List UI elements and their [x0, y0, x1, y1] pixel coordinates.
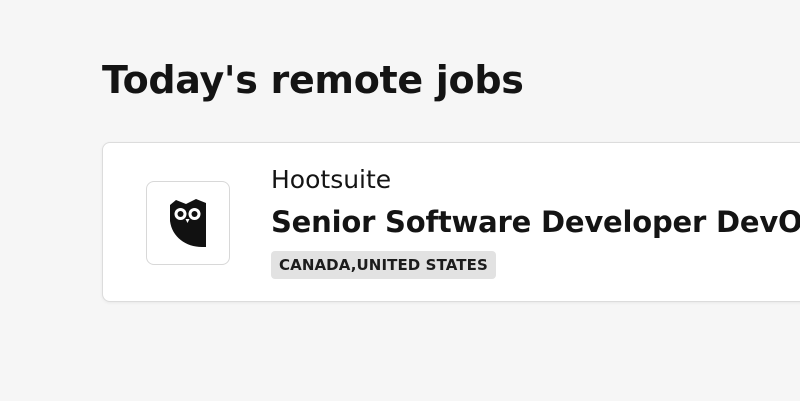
location-badge: CANADA,UNITED STATES — [271, 251, 496, 279]
page-title: Today's remote jobs — [102, 58, 524, 102]
hootsuite-owl-icon — [170, 199, 206, 247]
job-card[interactable]: Hootsuite Senior Software Developer DevO… — [102, 142, 800, 302]
company-logo — [146, 181, 230, 265]
company-name: Hootsuite — [271, 165, 392, 194]
job-title[interactable]: Senior Software Developer DevOps — [271, 205, 800, 239]
